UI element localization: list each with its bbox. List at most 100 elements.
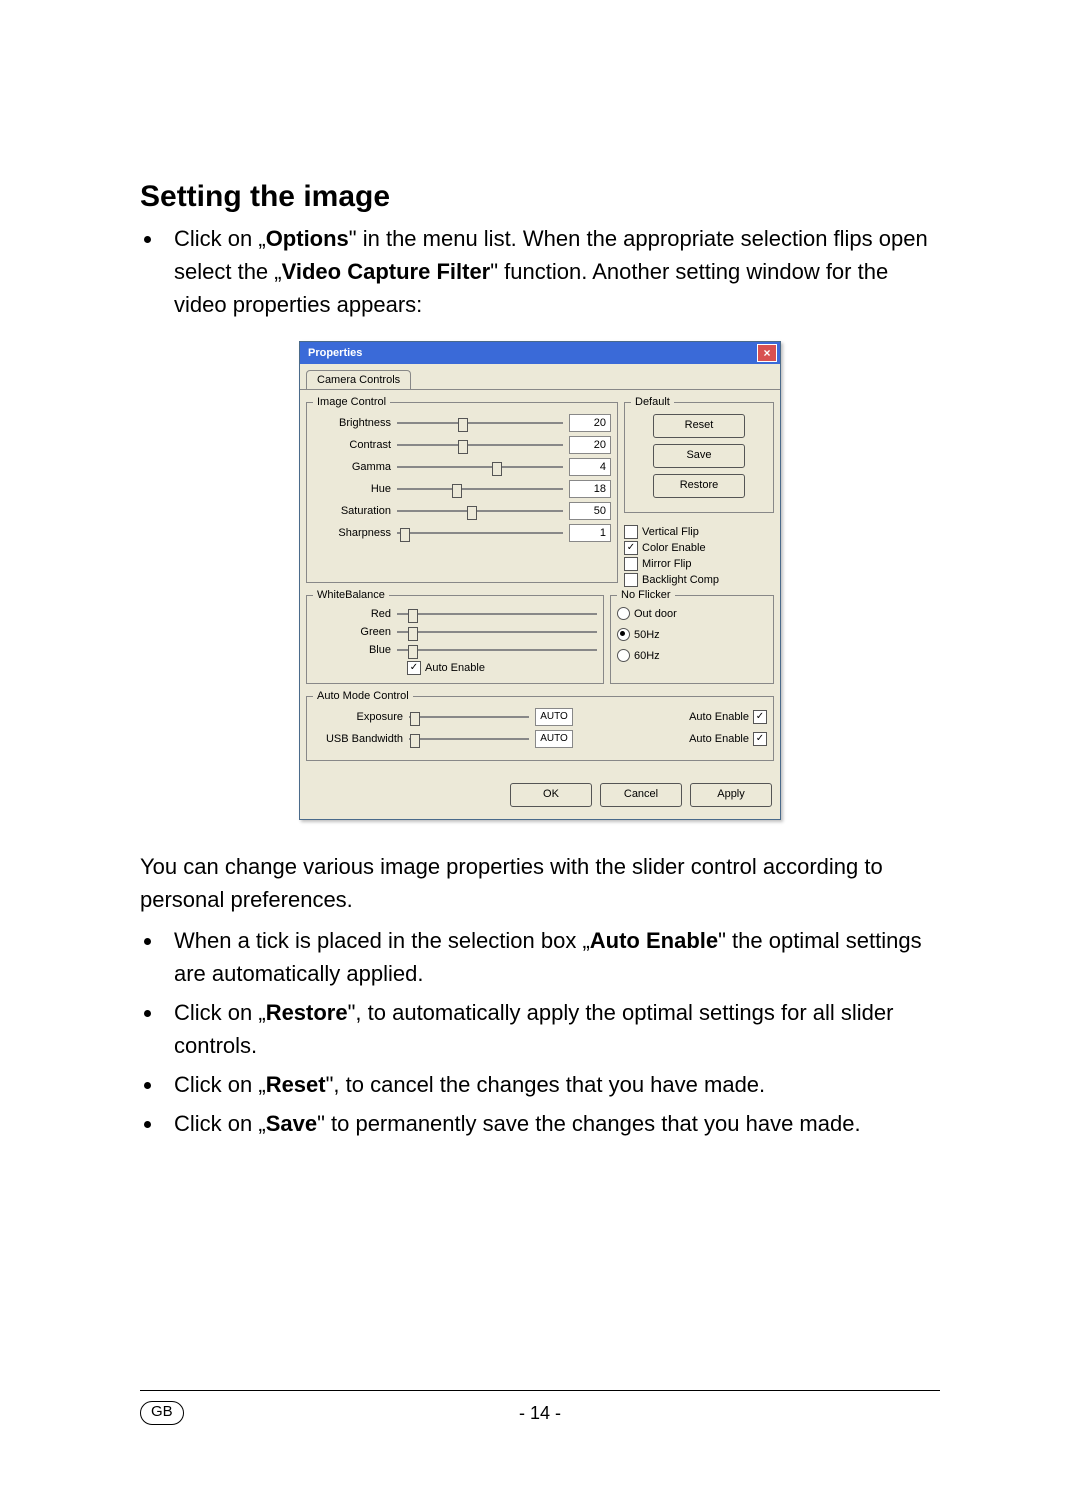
row-green: Green — [313, 625, 597, 639]
row-contrast: Contrast 20 — [313, 436, 611, 454]
row-saturation: Saturation 50 — [313, 502, 611, 520]
radio-outdoor — [617, 607, 630, 620]
slider-green[interactable] — [397, 625, 597, 639]
properties-dialog: Properties × Camera Controls Image Contr… — [299, 341, 781, 820]
row-gamma: Gamma 4 — [313, 458, 611, 476]
label-hue: Hue — [313, 483, 391, 495]
bullet-restore: Click on „Restore", to automatically app… — [164, 996, 940, 1062]
group-auto-mode: Auto Mode Control Exposure AUTO Auto Ena… — [306, 690, 774, 761]
checkbox-backlight — [624, 573, 638, 587]
slider-red[interactable] — [397, 607, 597, 621]
value-contrast: 20 — [569, 436, 611, 454]
row-outdoor[interactable]: Out door — [617, 607, 767, 620]
checkbox-wb-auto-enable — [407, 661, 421, 675]
radio-50hz — [617, 628, 630, 641]
dialog-footer: OK Cancel Apply — [300, 773, 780, 819]
restore-button[interactable]: Restore — [653, 474, 745, 498]
row-sharpness: Sharpness 1 — [313, 524, 611, 542]
row-color-enable[interactable]: Color Enable — [624, 541, 774, 555]
radio-60hz — [617, 649, 630, 662]
value-gamma: 4 — [569, 458, 611, 476]
slider-blue[interactable] — [397, 643, 597, 657]
cancel-button[interactable]: Cancel — [600, 783, 682, 807]
value-sharpness: 1 — [569, 524, 611, 542]
checkbox-panel: Vertical Flip Color Enable Mirror Flip — [624, 525, 774, 589]
label-saturation: Saturation — [313, 505, 391, 517]
section-heading: Setting the image — [140, 180, 940, 214]
bullet-auto-enable: When a tick is placed in the selection b… — [164, 924, 940, 990]
label-50hz: 50Hz — [634, 629, 660, 641]
value-hue: 18 — [569, 480, 611, 498]
row-vertical-flip[interactable]: Vertical Flip — [624, 525, 774, 539]
slider-contrast[interactable] — [397, 438, 563, 452]
bullet-reset: Click on „Reset", to cancel the changes … — [164, 1068, 940, 1101]
row-blue: Blue — [313, 643, 597, 657]
label-green: Green — [313, 626, 391, 638]
dialog-title: Properties — [308, 347, 362, 359]
dialog-titlebar[interactable]: Properties × — [300, 342, 780, 364]
page-number: - 14 - — [519, 1403, 561, 1424]
label-red: Red — [313, 608, 391, 620]
slider-exposure[interactable] — [409, 710, 529, 724]
legend-image-control: Image Control — [313, 396, 390, 408]
legend-no-flicker: No Flicker — [617, 589, 675, 601]
apply-button[interactable]: Apply — [690, 783, 772, 807]
checkbox-exposure-auto-enable[interactable] — [753, 710, 767, 724]
slider-gamma[interactable] — [397, 460, 563, 474]
slider-brightness[interactable] — [397, 416, 563, 430]
row-50hz[interactable]: 50Hz — [617, 628, 767, 641]
checkbox-bandwidth-auto-enable[interactable] — [753, 732, 767, 746]
label-vertical-flip: Vertical Flip — [642, 526, 699, 538]
value-bandwidth: AUTO — [535, 730, 573, 748]
row-mirror-flip[interactable]: Mirror Flip — [624, 557, 774, 571]
slider-saturation[interactable] — [397, 504, 563, 518]
row-60hz[interactable]: 60Hz — [617, 649, 767, 662]
row-bandwidth: USB Bandwidth AUTO Auto Enable — [313, 730, 767, 748]
group-image-control: Image Control Brightness 20 Contrast 20 — [306, 396, 618, 583]
document-page: Setting the image Click on „Options" in … — [0, 0, 1080, 1495]
label-exposure: Exposure — [313, 711, 403, 723]
save-button[interactable]: Save — [653, 444, 745, 468]
actions-list: When a tick is placed in the selection b… — [164, 924, 940, 1140]
slider-sharpness[interactable] — [397, 526, 563, 540]
row-backlight[interactable]: Backlight Comp — [624, 573, 774, 587]
row-red: Red — [313, 607, 597, 621]
language-badge: GB — [140, 1401, 184, 1425]
row-brightness: Brightness 20 — [313, 414, 611, 432]
label-wb-auto-enable: Auto Enable — [425, 662, 485, 674]
tab-strip: Camera Controls — [300, 364, 780, 389]
value-exposure: AUTO — [535, 708, 573, 726]
checkbox-color-enable — [624, 541, 638, 555]
slider-bandwidth[interactable] — [409, 732, 529, 746]
legend-default: Default — [631, 396, 674, 408]
row-wb-auto-enable[interactable]: Auto Enable — [407, 661, 597, 675]
para-explanation: You can change various image properties … — [140, 850, 940, 916]
label-bandwidth-auto-enable: Auto Enable — [689, 733, 749, 745]
row-exposure: Exposure AUTO Auto Enable — [313, 708, 767, 726]
label-mirror-flip: Mirror Flip — [642, 558, 692, 570]
tab-camera-controls[interactable]: Camera Controls — [306, 370, 411, 389]
checkbox-mirror-flip — [624, 557, 638, 571]
value-saturation: 50 — [569, 502, 611, 520]
reset-button[interactable]: Reset — [653, 414, 745, 438]
checkbox-vertical-flip — [624, 525, 638, 539]
slider-hue[interactable] — [397, 482, 563, 496]
group-no-flicker: No Flicker Out door 50Hz 60Hz — [610, 589, 774, 684]
label-backlight: Backlight Comp — [642, 574, 719, 586]
label-exposure-auto-enable: Auto Enable — [689, 711, 749, 723]
bullet-save: Click on „Save" to permanently save the … — [164, 1107, 940, 1140]
intro-list: Click on „Options" in the menu list. Whe… — [164, 222, 940, 321]
legend-white-balance: WhiteBalance — [313, 589, 389, 601]
ok-button[interactable]: OK — [510, 783, 592, 807]
label-60hz: 60Hz — [634, 650, 660, 662]
group-default: Default Reset Save Restore — [624, 396, 774, 513]
value-brightness: 20 — [569, 414, 611, 432]
label-color-enable: Color Enable — [642, 542, 706, 554]
close-icon[interactable]: × — [757, 344, 777, 362]
group-white-balance: WhiteBalance Red Green Blue — [306, 589, 604, 684]
label-brightness: Brightness — [313, 417, 391, 429]
row-hue: Hue 18 — [313, 480, 611, 498]
options-term: Options — [266, 226, 349, 251]
label-contrast: Contrast — [313, 439, 391, 451]
label-gamma: Gamma — [313, 461, 391, 473]
